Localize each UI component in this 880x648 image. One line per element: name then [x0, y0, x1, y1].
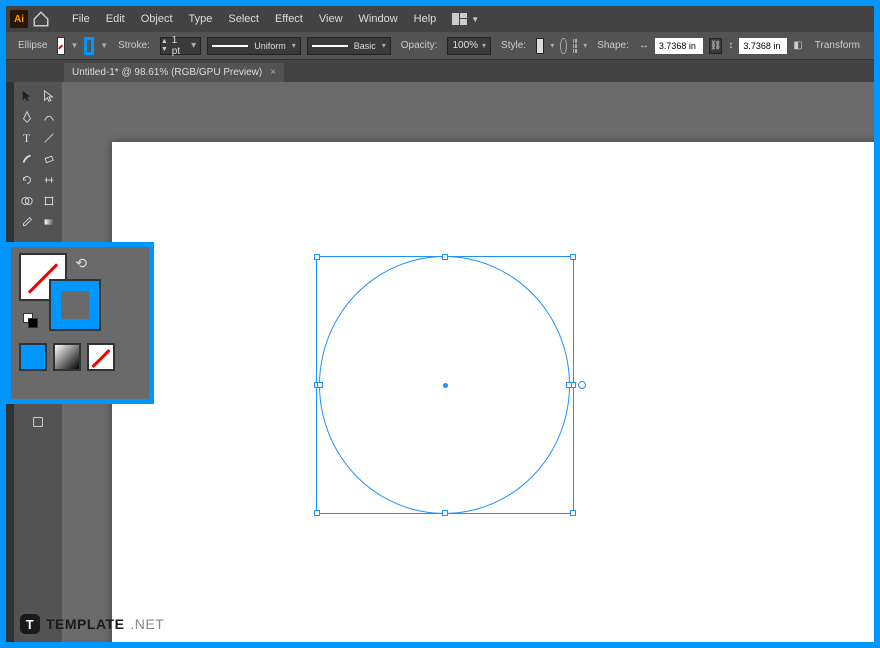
document-tabs: Untitled-1* @ 98.61% (RGB/GPU Preview) ×: [6, 60, 874, 82]
anchor-left[interactable]: [317, 382, 323, 388]
watermark-brand: TEMPLATE: [46, 616, 124, 632]
selection-tool-icon[interactable]: [16, 86, 37, 106]
stroke-label: Stroke:: [114, 40, 154, 51]
watermark-logo-icon: T: [20, 614, 40, 634]
style-dropdown-icon[interactable]: ▾: [550, 41, 554, 50]
graphic-style-swatch[interactable]: [536, 38, 544, 54]
swap-fill-stroke-icon[interactable]: ⟲: [75, 255, 87, 272]
curvature-tool-icon[interactable]: [38, 107, 59, 127]
handle-bottom-right[interactable]: [570, 510, 576, 516]
tab-title: Untitled-1* @ 98.61% (RGB/GPU Preview): [72, 67, 262, 78]
menu-edit[interactable]: Edit: [100, 9, 131, 29]
link-dims-icon[interactable]: ⛓: [709, 38, 722, 54]
anchor-right[interactable]: [566, 382, 572, 388]
fill-stroke-panel: ⟲: [6, 242, 154, 404]
control-bar: Ellipse ▼ ▼ Stroke: ▲▼ 1 pt ▾ Uniform ▾ …: [6, 32, 874, 60]
artboard-tool-icon[interactable]: [16, 412, 60, 432]
fill-stroke-proxy[interactable]: ⟲: [19, 253, 91, 325]
width-icon: ↔: [639, 39, 649, 53]
arrange-docs-icon[interactable]: ▼: [452, 13, 479, 25]
eyedropper-tool-icon[interactable]: [16, 212, 37, 232]
type-tool-icon[interactable]: T: [16, 128, 37, 148]
shape-props-icon[interactable]: ◧: [793, 39, 802, 53]
menu-file[interactable]: File: [66, 9, 96, 29]
center-point-icon: [443, 383, 448, 388]
fill-dropdown-icon[interactable]: ▼: [71, 41, 79, 50]
brush-profile-basic[interactable]: Basic ▾: [307, 37, 391, 55]
watermark: T TEMPLATE .NET: [20, 614, 164, 634]
gradient-tool-icon[interactable]: [38, 212, 59, 232]
height-field[interactable]: 3.7368 in: [739, 38, 787, 54]
handle-top-left[interactable]: [314, 254, 320, 260]
stroke-dropdown-icon[interactable]: ▼: [100, 41, 108, 50]
direct-selection-tool-icon[interactable]: [38, 86, 59, 106]
document-tab[interactable]: Untitled-1* @ 98.61% (RGB/GPU Preview) ×: [64, 63, 284, 82]
shape-label: Shape:: [593, 40, 633, 51]
color-mode-none-icon[interactable]: [87, 343, 115, 371]
free-transform-tool-icon[interactable]: [38, 191, 59, 211]
stroke-weight-field[interactable]: ▲▼ 1 pt ▾: [160, 37, 201, 55]
stroke-proxy-icon[interactable]: [51, 281, 99, 329]
stroke-profile-uniform[interactable]: Uniform ▾: [207, 37, 301, 55]
anchor-bottom[interactable]: [442, 510, 448, 516]
menu-effect[interactable]: Effect: [269, 9, 309, 29]
pie-widget-icon[interactable]: [578, 381, 586, 389]
close-tab-icon[interactable]: ×: [270, 67, 276, 78]
menu-type[interactable]: Type: [183, 9, 219, 29]
color-mode-solid-icon[interactable]: [19, 343, 47, 371]
handle-bottom-left[interactable]: [314, 510, 320, 516]
anchor-top[interactable]: [442, 254, 448, 260]
transform-link[interactable]: Transform: [809, 40, 866, 51]
paintbrush-tool-icon[interactable]: [16, 149, 37, 169]
align-icon[interactable]: [573, 39, 577, 53]
style-label: Style:: [497, 40, 530, 51]
watermark-suffix: .NET: [130, 616, 164, 632]
recolor-icon[interactable]: [560, 38, 566, 54]
menu-window[interactable]: Window: [353, 9, 404, 29]
line-tool-icon[interactable]: [38, 128, 59, 148]
menu-view[interactable]: View: [313, 9, 349, 29]
stroke-swatch-icon[interactable]: [84, 37, 94, 55]
tool-name-label: Ellipse: [14, 40, 51, 51]
fill-swatch-none-icon[interactable]: [57, 37, 64, 55]
rotate-tool-icon[interactable]: [16, 170, 37, 190]
opacity-label: Opacity:: [397, 40, 442, 51]
stroke-weight-value: 1 pt: [168, 35, 187, 57]
menu-object[interactable]: Object: [135, 9, 179, 29]
menu-bar: Ai File Edit Object Type Select Effect V…: [6, 6, 874, 32]
handle-top-right[interactable]: [570, 254, 576, 260]
width-tool-icon[interactable]: [38, 170, 59, 190]
home-icon[interactable]: [32, 10, 50, 28]
menu-select[interactable]: Select: [222, 9, 265, 29]
color-mode-gradient-icon[interactable]: [53, 343, 81, 371]
width-field[interactable]: 3.7368 in: [655, 38, 703, 54]
default-fill-stroke-icon[interactable]: [23, 313, 39, 329]
shape-builder-tool-icon[interactable]: [16, 191, 37, 211]
illustrator-logo-icon: Ai: [10, 10, 28, 28]
eraser-tool-icon[interactable]: [38, 149, 59, 169]
height-icon: ↕: [728, 39, 733, 53]
pen-tool-icon[interactable]: [16, 107, 37, 127]
menu-help[interactable]: Help: [408, 9, 443, 29]
opacity-field[interactable]: 100% ▾: [447, 37, 491, 55]
